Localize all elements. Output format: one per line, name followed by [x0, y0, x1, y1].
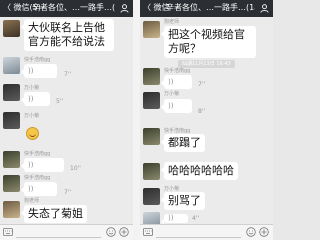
message-text: 大伙联名上告他官方能不给说法: [28, 21, 105, 48]
chat-screen-right: 〈 微信 辛者各位、…一路手…(186) 狗老师 把这个视频给官方呢？ 仙湖11…: [140, 0, 273, 240]
message-bubble[interactable]: 都蹋了: [161, 134, 205, 152]
sender-name: 快手浩南gg: [24, 57, 51, 63]
message-text: 失态了菊姐: [28, 207, 83, 220]
chat-title: 辛者各位、…一路手…(186): [32, 3, 115, 12]
voice-message[interactable]: )): [21, 158, 64, 172]
sender-name: 万小菊: [164, 91, 180, 97]
voice-wave-icon: )): [168, 78, 174, 86]
message-bubble[interactable]: 失态了菊姐: [21, 205, 87, 223]
avatar[interactable]: [3, 84, 20, 101]
voice-wave-icon: )): [28, 161, 34, 169]
avatar[interactable]: [3, 57, 20, 74]
voice-message[interactable]: )): [21, 182, 57, 196]
message-text: 别骂了: [168, 194, 201, 207]
person-icon[interactable]: [120, 4, 129, 13]
sender-name: 快手浩南gg: [24, 175, 51, 181]
chat-header: 〈 微信(5) 辛者各位、…一路手…(186): [0, 0, 133, 17]
sender-name: 快手浩南gg: [164, 68, 191, 74]
voice-duration: 7'': [64, 189, 72, 196]
sender-name: 狗老师: [164, 19, 180, 25]
avatar[interactable]: [3, 20, 20, 37]
person-icon[interactable]: [260, 4, 269, 13]
avatar[interactable]: [143, 21, 160, 38]
voice-message[interactable]: )): [21, 92, 50, 106]
input-bar: [0, 224, 133, 240]
voice-duration: 10'': [70, 165, 81, 172]
avatar[interactable]: [143, 92, 160, 109]
voice-duration: 4'': [192, 215, 200, 222]
message-bubble[interactable]: 把这个视频给官方呢？: [161, 26, 256, 58]
voice-wave-icon: )): [28, 67, 34, 75]
sender-name: 万小菊: [24, 85, 40, 91]
voice-duration: 7'': [198, 81, 206, 88]
smile-icon[interactable]: [106, 227, 116, 237]
voice-message[interactable]: )): [161, 99, 192, 113]
voice-message[interactable]: )): [161, 214, 188, 225]
message-bubble[interactable]: 大伙联名上告他官方能不给说法: [21, 19, 114, 51]
timestamp: 仙湖11月13日 16:43: [178, 60, 235, 68]
chat-title: 辛者各位、…一路手…(186): [166, 3, 255, 12]
sender-name: 快手浩南gg: [24, 151, 51, 157]
voice-duration: 7'': [64, 71, 72, 78]
chat-header: 〈 微信 辛者各位、…一路手…(186): [140, 0, 273, 17]
voice-wave-icon: )): [168, 214, 174, 222]
plus-icon[interactable]: [259, 227, 269, 237]
avatar[interactable]: [3, 201, 20, 218]
emoji-sticker[interactable]: [26, 127, 39, 140]
message-bubble[interactable]: 哈哈哈哈哈哈: [161, 162, 238, 180]
voice-duration: 8'': [198, 108, 206, 115]
plus-icon[interactable]: [119, 227, 129, 237]
message-input[interactable]: [16, 227, 101, 238]
sender-name: 狗老师: [24, 198, 40, 204]
chat-screen-left: 〈 微信(5) 辛者各位、…一路手…(186) 大伙联名上告他官方能不给说法 快…: [0, 0, 133, 240]
avatar[interactable]: [143, 163, 160, 180]
avatar[interactable]: [143, 68, 160, 85]
input-bar: [140, 224, 273, 240]
voice-wave-icon: )): [28, 185, 34, 193]
avatar[interactable]: [3, 151, 20, 168]
voice-message[interactable]: )): [21, 64, 57, 78]
voice-message[interactable]: )): [161, 75, 192, 89]
avatar[interactable]: [3, 175, 20, 192]
voice-wave-icon: )): [168, 102, 174, 110]
keyboard-icon[interactable]: [143, 228, 153, 236]
sender-name: 万小菊: [24, 113, 40, 119]
keyboard-icon[interactable]: [3, 228, 13, 236]
voice-wave-icon: )): [28, 95, 34, 103]
avatar[interactable]: [143, 188, 160, 205]
message-text: 把这个视频给官方呢？: [168, 28, 245, 55]
message-text: 都蹋了: [168, 136, 201, 149]
message-text: 哈哈哈哈哈哈: [168, 164, 234, 177]
screenshot-composite: 〈 微信(5) 辛者各位、…一路手…(186) 大伙联名上告他官方能不给说法 快…: [0, 0, 273, 240]
avatar[interactable]: [143, 128, 160, 145]
smile-icon[interactable]: [246, 227, 256, 237]
message-bubble[interactable]: 别骂了: [161, 192, 205, 210]
avatar[interactable]: [3, 112, 20, 129]
pane-divider: [133, 0, 140, 240]
voice-duration: 5'': [56, 98, 64, 105]
message-input[interactable]: [156, 227, 241, 238]
